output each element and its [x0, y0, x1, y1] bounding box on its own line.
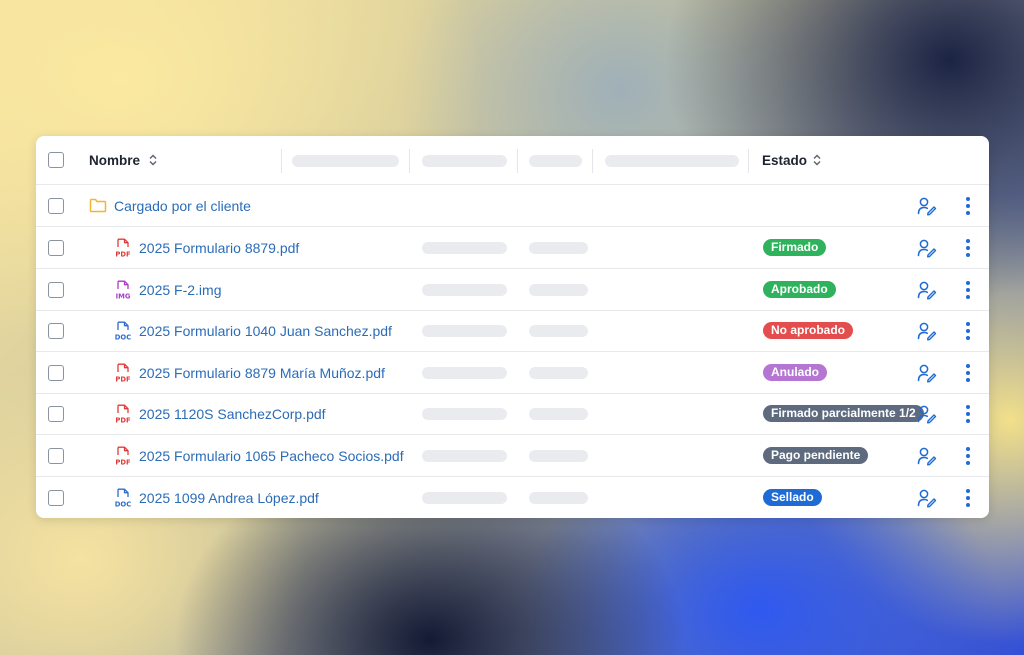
cell-placeholder — [422, 325, 507, 337]
column-header-name[interactable]: Nombre — [89, 153, 140, 168]
select-all-checkbox[interactable] — [48, 152, 64, 168]
status-badge: Aprobado — [763, 281, 836, 298]
table-row[interactable]: PDF 2025 Formulario 1065 Pacheco Socios.… — [36, 435, 989, 477]
cell-placeholder — [422, 284, 507, 296]
column-divider — [409, 149, 410, 173]
cell-placeholder — [422, 450, 507, 462]
row-checkbox[interactable] — [48, 198, 64, 214]
more-options-icon[interactable] — [964, 196, 972, 216]
pdf-file-icon: PDF — [115, 404, 131, 424]
sign-request-icon[interactable] — [917, 196, 937, 216]
more-options-icon[interactable] — [964, 446, 972, 466]
table-row[interactable]: IMG 2025 F-2.img Aprobado — [36, 269, 989, 311]
cell-placeholder — [529, 242, 588, 254]
file-name[interactable]: 2025 F-2.img — [139, 282, 221, 298]
svg-text:PDF: PDF — [115, 375, 131, 383]
more-options-icon[interactable] — [964, 363, 972, 383]
sort-icon[interactable] — [148, 154, 158, 166]
folder-icon — [89, 198, 107, 213]
row-checkbox[interactable] — [48, 282, 64, 298]
column-header-status[interactable]: Estado — [762, 153, 807, 168]
more-options-icon[interactable] — [964, 280, 972, 300]
img-file-icon: IMG — [116, 280, 131, 300]
pdf-file-icon: PDF — [115, 238, 131, 258]
file-name[interactable]: 2025 Formulario 1040 Juan Sanchez.pdf — [139, 323, 392, 339]
cell-placeholder — [422, 408, 507, 420]
table-row[interactable]: PDF 2025 1120S SanchezCorp.pdf Firmado p… — [36, 393, 989, 435]
pdf-file-icon: PDF — [115, 363, 131, 383]
column-divider — [592, 149, 593, 173]
svg-text:DOC: DOC — [115, 500, 131, 508]
doc-file-icon: DOC — [115, 488, 131, 508]
status-badge: Firmado parcialmente 1/2 — [763, 405, 924, 422]
status-badge: Pago pendiente — [763, 447, 869, 464]
cell-placeholder — [529, 367, 588, 379]
column-divider — [281, 149, 282, 173]
row-checkbox[interactable] — [48, 365, 64, 381]
pdf-file-icon: PDF — [115, 446, 131, 466]
folder-row[interactable]: Cargado por el cliente — [36, 185, 989, 227]
status-badge: Anulado — [763, 364, 827, 381]
sign-request-icon[interactable] — [917, 321, 937, 341]
cell-placeholder — [529, 492, 588, 504]
file-name[interactable]: 2025 Formulario 1065 Pacheco Socios.pdf — [139, 448, 404, 464]
table-row[interactable]: DOC 2025 Formulario 1040 Juan Sanchez.pd… — [36, 310, 989, 352]
svg-text:DOC: DOC — [115, 333, 131, 341]
folder-name[interactable]: Cargado por el cliente — [114, 198, 251, 214]
cell-placeholder — [529, 284, 588, 296]
sign-request-icon[interactable] — [917, 280, 937, 300]
more-options-icon[interactable] — [964, 238, 972, 258]
column-divider — [748, 149, 749, 173]
column-header-placeholder — [529, 155, 582, 167]
cell-placeholder — [422, 492, 507, 504]
column-divider — [517, 149, 518, 173]
table-row[interactable]: DOC 2025 1099 Andrea López.pdf Sellado — [36, 477, 989, 518]
svg-text:PDF: PDF — [115, 416, 131, 424]
cell-placeholder — [529, 450, 588, 462]
svg-text:IMG: IMG — [116, 292, 131, 300]
more-options-icon[interactable] — [964, 404, 972, 424]
cell-placeholder — [422, 367, 507, 379]
file-name[interactable]: 2025 1099 Andrea López.pdf — [139, 490, 319, 506]
row-checkbox[interactable] — [48, 240, 64, 256]
column-header-placeholder — [605, 155, 739, 167]
sign-request-icon[interactable] — [917, 363, 937, 383]
status-badge: Firmado — [763, 239, 827, 256]
sign-request-icon[interactable] — [917, 488, 937, 508]
cell-placeholder — [422, 242, 507, 254]
status-badge: No aprobado — [763, 322, 853, 339]
status-badge: Sellado — [763, 489, 822, 506]
file-name[interactable]: 2025 Formulario 8879 María Muñoz.pdf — [139, 365, 385, 381]
column-header-placeholder — [422, 155, 507, 167]
cell-placeholder — [529, 408, 588, 420]
table-header: Nombre Estado — [36, 136, 989, 185]
file-name[interactable]: 2025 Formulario 8879.pdf — [139, 240, 299, 256]
row-checkbox[interactable] — [48, 448, 64, 464]
sign-request-icon[interactable] — [917, 238, 937, 258]
svg-text:PDF: PDF — [115, 458, 131, 466]
doc-file-icon: DOC — [115, 321, 131, 341]
row-checkbox[interactable] — [48, 323, 64, 339]
table-row[interactable]: PDF 2025 Formulario 8879 María Muñoz.pdf… — [36, 352, 989, 394]
table-row[interactable]: PDF 2025 Formulario 8879.pdf Firmado — [36, 227, 989, 269]
column-header-placeholder — [292, 155, 399, 167]
row-checkbox[interactable] — [48, 406, 64, 422]
sign-request-icon[interactable] — [917, 404, 937, 424]
cell-placeholder — [529, 325, 588, 337]
row-checkbox[interactable] — [48, 490, 64, 506]
svg-text:PDF: PDF — [115, 250, 131, 258]
sort-icon[interactable] — [812, 154, 822, 166]
file-name[interactable]: 2025 1120S SanchezCorp.pdf — [139, 406, 326, 422]
more-options-icon[interactable] — [964, 488, 972, 508]
more-options-icon[interactable] — [964, 321, 972, 341]
documents-table: Nombre Estado Cargado por el cliente PDF… — [36, 136, 989, 518]
sign-request-icon[interactable] — [917, 446, 937, 466]
